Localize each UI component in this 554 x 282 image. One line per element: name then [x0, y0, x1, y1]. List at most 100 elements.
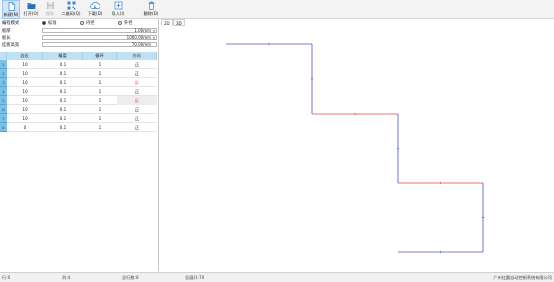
row-number[interactable]: 5	[0, 96, 7, 105]
cell-loop[interactable]: 1	[83, 114, 117, 123]
row-number[interactable]: 1	[0, 60, 7, 69]
table-row[interactable]: 3 10 0.1 1 反	[0, 78, 157, 87]
mode-label: 编程模式	[2, 21, 20, 26]
row-number[interactable]: 2	[0, 69, 7, 78]
save-button-label: 保存	[45, 11, 55, 16]
table-row[interactable]: 2 10 0.1 1 正	[0, 69, 157, 78]
cell-loop[interactable]: 1	[83, 123, 117, 132]
open-button[interactable]: 打开(O)	[22, 0, 40, 19]
import-icon	[114, 1, 122, 10]
length-row: 板长 1000.00mm ▴ ▾	[0, 34, 159, 41]
mode-row: 编程模式 标准 内径 外径	[0, 19, 159, 26]
cell-direction[interactable]: 正	[117, 60, 157, 69]
save-button[interactable]: 保存	[42, 0, 58, 19]
open-button-label: 打开(O)	[23, 11, 39, 16]
cell-loop[interactable]: 1	[83, 105, 117, 114]
spinner-icon[interactable]: ▴ ▾	[152, 29, 156, 34]
max-input[interactable]: 70.00mm	[42, 42, 157, 47]
row-number[interactable]: 6	[0, 105, 7, 114]
radio-unchecked-icon	[118, 21, 122, 25]
tab-3d[interactable]: 3D	[173, 19, 185, 26]
length-input[interactable]: 1000.00mm ▴ ▾	[42, 35, 157, 41]
download-button-label: 下载(D)	[87, 11, 103, 16]
mode-option-inner[interactable]: 内径	[80, 20, 95, 26]
cell-precision[interactable]: 0.1	[43, 96, 83, 105]
cell-direction[interactable]: 反	[117, 78, 157, 87]
status-col: 列:4	[62, 275, 71, 280]
cell-precision[interactable]: 0.1	[43, 114, 83, 123]
thickness-input[interactable]: 1.00mm ▴ ▾	[42, 28, 157, 34]
cell-length[interactable]: 10	[7, 114, 43, 123]
status-bar: 行:0 列:4 总行数:8 总展开:70 广州红圆自动控制系统有限公司	[0, 272, 554, 282]
table-row[interactable]: 8 0 0.1 1 正	[0, 123, 157, 132]
cell-length[interactable]: 10	[7, 87, 43, 96]
qr-button-label: 二维码(Q)	[61, 11, 81, 16]
cell-precision[interactable]: 0.1	[43, 60, 83, 69]
cell-precision[interactable]: 0.1	[43, 105, 83, 114]
cell-loop[interactable]: 1	[83, 60, 117, 69]
thickness-value: 1.00mm	[134, 28, 151, 33]
cell-precision[interactable]: 0.1	[43, 69, 83, 78]
delete-button-label: 删除(D)	[143, 11, 159, 16]
cell-direction[interactable]: 反	[117, 96, 157, 105]
cell-loop[interactable]: 1	[83, 96, 117, 105]
import-button[interactable]: 导入(I)	[108, 0, 128, 19]
max-label: 挂板高宽	[2, 43, 20, 48]
cell-direction[interactable]: 正	[117, 105, 157, 114]
delete-button[interactable]: 删除(D)	[141, 0, 161, 19]
cell-loop[interactable]: 1	[83, 69, 117, 78]
qr-code-icon	[67, 1, 75, 10]
row-number[interactable]: 8	[0, 123, 7, 132]
cell-precision[interactable]: 0.1	[43, 78, 83, 87]
status-company: 广州红圆自动控制系统有限公司	[493, 275, 552, 280]
table-row[interactable]: 4 10 0.1 1 正	[0, 87, 157, 96]
table-row[interactable]: 5 10 0.1 1 反	[0, 96, 157, 105]
cell-length[interactable]: 0	[7, 123, 43, 132]
cell-length[interactable]: 10	[7, 60, 43, 69]
new-button[interactable]: 新建(N)	[2, 0, 20, 19]
status-total: 总行数:8	[122, 275, 139, 280]
open-folder-icon	[27, 3, 35, 9]
row-number[interactable]: 4	[0, 87, 7, 96]
preview-canvas[interactable]	[160, 26, 554, 271]
trash-icon	[148, 1, 154, 10]
header-direction[interactable]: 方向	[117, 52, 157, 60]
cell-direction[interactable]: 正	[117, 87, 157, 96]
mode-option-outer[interactable]: 外径	[118, 20, 133, 26]
header-precision[interactable]: 精度	[43, 52, 83, 60]
table-row[interactable]: 6 10 0.1 1 正	[0, 105, 157, 114]
cell-precision[interactable]: 0.1	[43, 123, 83, 132]
cell-length[interactable]: 10	[7, 78, 43, 87]
mode-option-standard-label: 标准	[48, 21, 57, 26]
max-value: 70.00mm	[131, 42, 151, 47]
cell-loop[interactable]: 1	[83, 87, 117, 96]
cell-length[interactable]: 10	[7, 96, 43, 105]
cell-direction[interactable]: 正	[117, 69, 157, 78]
cell-length[interactable]: 10	[7, 105, 43, 114]
cell-direction[interactable]: 正	[117, 123, 157, 132]
row-number[interactable]: 7	[0, 114, 7, 123]
cell-length[interactable]: 10	[7, 69, 43, 78]
import-button-label: 导入(I)	[111, 11, 125, 16]
download-button[interactable]: 下载(D)	[85, 0, 105, 19]
row-number[interactable]: 3	[0, 78, 7, 87]
mode-option-outer-label: 外径	[124, 21, 133, 26]
table-row[interactable]: 7 10 0.1 1 正	[0, 114, 157, 123]
radio-checked-icon	[42, 21, 46, 25]
status-row: 行:0	[2, 275, 11, 280]
spinner-icon[interactable]: ▴ ▾	[152, 36, 156, 41]
table-row[interactable]: 1 10 0.1 1 正	[0, 60, 157, 69]
new-button-label: 新建(N)	[3, 12, 19, 17]
tab-2d[interactable]: 2D	[161, 19, 173, 26]
mode-option-standard[interactable]: 标准	[42, 20, 57, 26]
mode-option-inner-label: 内径	[86, 21, 95, 26]
cell-loop[interactable]: 1	[83, 78, 117, 87]
radio-unchecked-icon	[80, 21, 84, 25]
qr-button[interactable]: 二维码(Q)	[60, 0, 82, 19]
save-icon	[46, 2, 54, 9]
cell-precision[interactable]: 0.1	[43, 87, 83, 96]
header-loop[interactable]: 循环	[83, 52, 117, 60]
header-length[interactable]: 边长	[7, 52, 43, 60]
cell-direction[interactable]: 正	[117, 114, 157, 123]
table-header: 边长 精度 循环 方向	[0, 52, 157, 60]
